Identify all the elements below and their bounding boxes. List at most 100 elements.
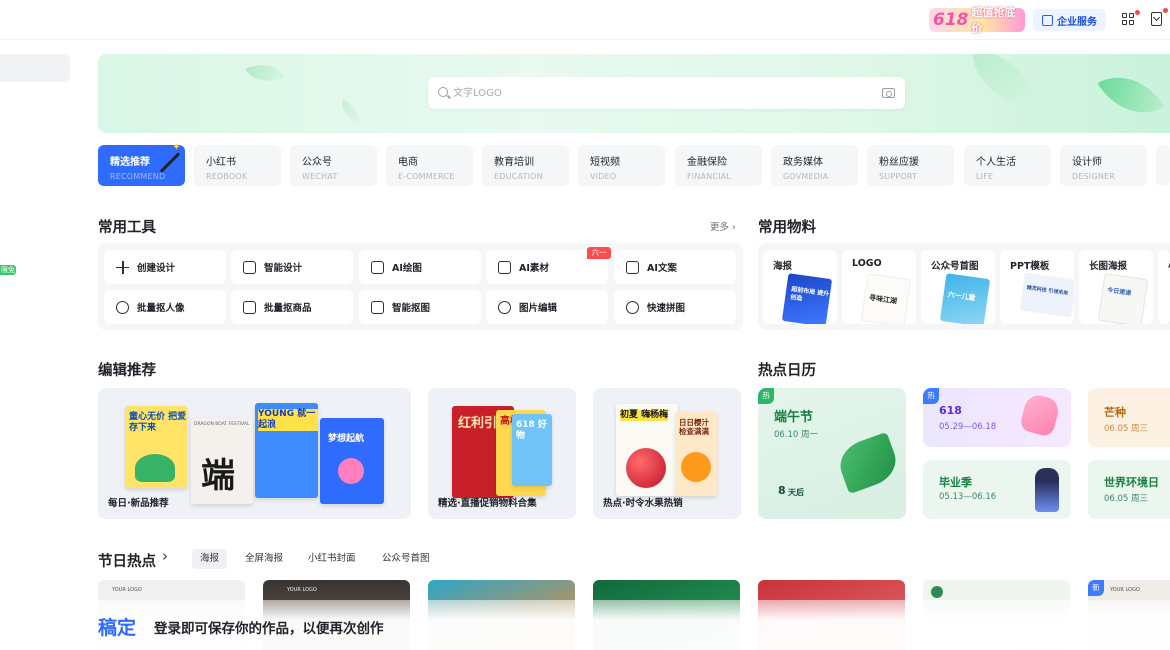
material-label: 公众号首图 [931, 261, 979, 272]
tab-fullscreen-poster[interactable]: 全屏海报 [237, 549, 291, 569]
event-name: 618 [939, 404, 962, 417]
category-support[interactable]: 粉丝应援 SUPPORT [867, 145, 954, 186]
tool-smart-design[interactable]: 智能设计 [231, 250, 353, 284]
recommend-title: 编辑推荐 [98, 363, 156, 379]
material-long-poster[interactable]: 长图海报 今日速递 [1079, 250, 1153, 324]
category-sublabel: REDBOOK [206, 172, 248, 181]
recommend-card-live[interactable]: 红利引爆 高校直播 618 好物 精选·直播促销物料合集 [428, 388, 576, 519]
recommend-card-label: 热点·时令水果热销 [603, 498, 683, 509]
tool-smart-cutout[interactable]: 智能抠图 [359, 290, 481, 324]
event-name: 芒种 [1104, 406, 1126, 419]
material-label: LOGO [852, 258, 882, 269]
poster-thumbnail: DRAGON BOAT FESTIVAL 端 [191, 418, 253, 504]
poster-thumbnail: 618 好物 [512, 414, 552, 486]
tool-label: 智能设计 [264, 263, 303, 274]
enterprise-label: 企业服务 [1057, 16, 1097, 28]
ai-material-icon [498, 260, 511, 274]
search-input[interactable] [453, 83, 853, 103]
plus-icon [116, 260, 129, 274]
category-financial[interactable]: 金融保险 FINANCIAL [675, 145, 762, 186]
category-sublabel: WECHAT [302, 172, 338, 181]
category-life[interactable]: 个人生活 LIFE [964, 145, 1051, 186]
category-sublabel: FINANCIAL [687, 172, 732, 181]
sidebar-active-item[interactable] [0, 54, 70, 82]
material-wechat-cover[interactable]: 公众号首图 六一儿童 [921, 250, 995, 324]
category-wechat[interactable]: 公众号 WECHAT [290, 145, 377, 186]
download-icon[interactable] [1151, 12, 1162, 26]
category-more[interactable] [1156, 145, 1170, 186]
calendar-event-grain-in-ear[interactable]: 芒种 06.05 周三 [1088, 388, 1170, 447]
event-name: 毕业季 [939, 476, 972, 489]
tool-create-design[interactable]: 创建设计 [104, 250, 226, 284]
free-badge: 限免 [0, 265, 16, 275]
tab-poster[interactable]: 海报 [192, 549, 228, 569]
category-govmedia[interactable]: 政务媒体 GOVMEDIA [771, 145, 858, 186]
promo-banner-618[interactable]: 618 超值抢底价 [929, 6, 1025, 35]
category-label: 政务媒体 [783, 157, 823, 168]
category-label: 短视频 [590, 157, 620, 168]
calendar-event-environment-day[interactable]: 世界环境日 06.05 周三 [1088, 460, 1170, 519]
material-logo[interactable]: LOGO 寻味江湖 [842, 250, 916, 324]
materials-title: 常用物料 [758, 220, 816, 236]
tool-quick-collage[interactable]: 快速拼图 [614, 290, 736, 324]
material-thumbnail: 今日速递 [1097, 273, 1149, 324]
material-label: PPT模板 [1010, 261, 1050, 272]
poster-thumbnail: 梦想起航 [320, 418, 384, 504]
poster-thumbnail: YOUNG 就一起浪 [255, 403, 318, 498]
calendar-event-graduation[interactable]: 毕业季 05.13—06.16 [923, 460, 1071, 519]
category-sublabel: GOVMEDIA [783, 172, 829, 181]
category-label: 个人生活 [976, 157, 1016, 168]
category-sublabel: SUPPORT [879, 172, 918, 181]
category-recommend[interactable]: 精选推荐 RECOMMEND [98, 145, 185, 186]
category-video[interactable]: 短视频 VIDEO [578, 145, 665, 186]
material-ppt[interactable]: PPT模板 精灵科技 引领未来 [1000, 250, 1074, 324]
apps-grid-icon[interactable] [1122, 13, 1134, 25]
tab-wechat-cover[interactable]: 公众号首图 [374, 549, 438, 569]
enterprise-service-button[interactable]: 企业服务 [1033, 9, 1106, 31]
camera-icon[interactable] [882, 88, 895, 98]
category-designer[interactable]: 设计师 DESIGNER [1060, 145, 1147, 186]
smart-cutout-icon [371, 300, 384, 314]
login-prompt-text[interactable]: 登录即可保存你的作品，以便再次创作 [154, 617, 384, 637]
event-date: 06.05 周三 [1104, 424, 1149, 434]
tool-batch-cutout-product[interactable]: 批量抠商品 [231, 290, 353, 324]
tools-more-link[interactable]: 更多 › [710, 219, 736, 233]
poster-thumbnail: 童心无价 把爱存下来 [125, 406, 187, 488]
category-label: 公众号 [302, 157, 332, 168]
category-sublabel: E-COMMERCE [398, 172, 455, 181]
calendar-event-618[interactable]: 热 618 05.29—06.18 [923, 388, 1071, 447]
chevron-right-icon[interactable]: › [162, 547, 168, 565]
hand-illustration [1018, 392, 1062, 438]
event-name: 端午节 [774, 410, 814, 425]
smart-design-icon [243, 260, 256, 274]
tool-image-edit[interactable]: 图片编辑 [486, 290, 608, 324]
tool-ai-drawing[interactable]: AI绘图 [359, 250, 481, 284]
event-date: 06.10 周一 [774, 430, 819, 440]
recommend-card-label: 精选·直播促销物料合集 [438, 498, 537, 509]
product-cutout-icon [243, 300, 256, 314]
category-label: 金融保险 [687, 157, 727, 168]
tool-batch-cutout-portrait[interactable]: 批量抠人像 [104, 290, 226, 324]
material-poster[interactable]: 海报 超前布局 提升创造 [763, 250, 837, 324]
tab-redbook-cover[interactable]: 小红书封面 [300, 549, 364, 569]
material-thumbnail: 超前布局 提升创造 [781, 273, 833, 324]
portrait-cutout-icon [116, 300, 129, 314]
tools-title: 常用工具 [98, 220, 156, 236]
event-name: 世界环境日 [1104, 476, 1159, 489]
search-box[interactable] [428, 77, 905, 109]
category-ecommerce[interactable]: 电商 E-COMMERCE [386, 145, 473, 186]
recommend-card-daily[interactable]: 童心无价 把爱存下来 DRAGON BOAT FESTIVAL 端 YOUNG … [98, 388, 411, 519]
category-redbook[interactable]: 小红书 REDBOOK [194, 145, 281, 186]
material-more[interactable]: 小 [1158, 250, 1170, 324]
category-label: 电商 [398, 157, 418, 168]
hot-badge: 热 [758, 388, 774, 404]
category-education[interactable]: 教育培训 EDUCATION [482, 145, 569, 186]
tool-ai-copywriting[interactable]: AI文案 [614, 250, 736, 284]
category-sublabel: LIFE [976, 172, 994, 181]
recommend-card-fruit[interactable]: 初夏 嗨杨梅 日日樱汁 检查满满 热点·时令水果热销 [593, 388, 741, 519]
category-label: 粉丝应援 [879, 157, 919, 168]
calendar-event-dragon-boat[interactable]: 热 端午节 06.10 周一 8 天后 [758, 388, 906, 519]
brand-logo[interactable]: 稿定 [98, 613, 136, 640]
holidays-title[interactable]: 节日热点 [98, 550, 156, 571]
category-sublabel: DESIGNER [1072, 172, 1116, 181]
